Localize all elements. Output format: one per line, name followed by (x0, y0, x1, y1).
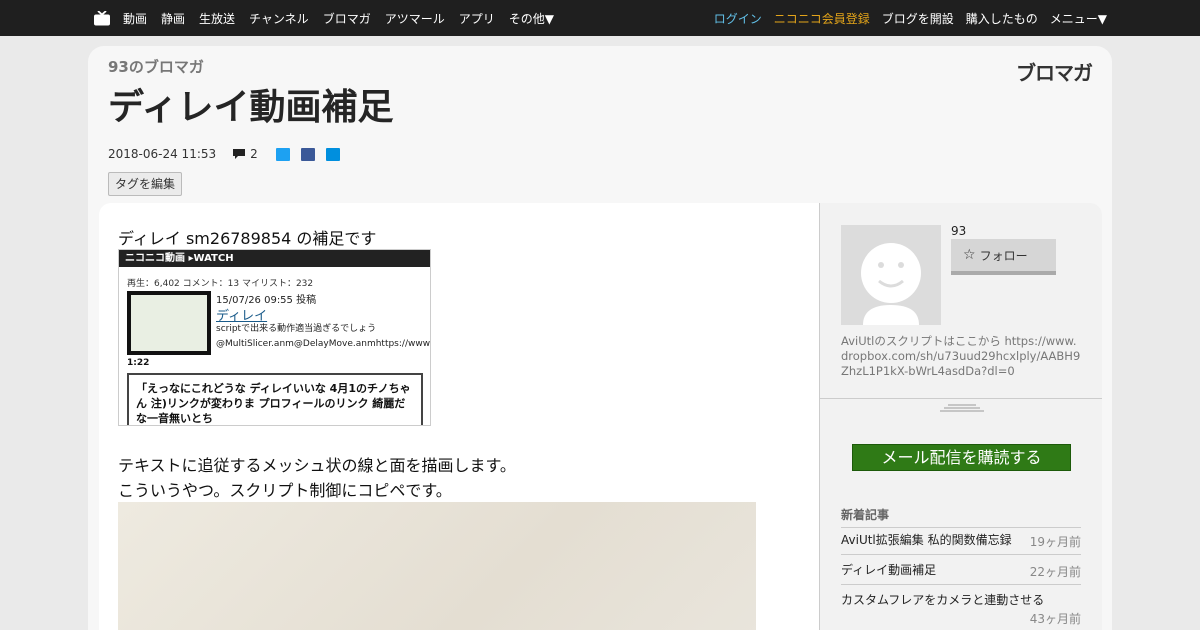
new-article-age: 19ヶ月前 (1029, 535, 1081, 549)
purchased-link[interactable]: 購入したもの (966, 10, 1038, 27)
list-item[interactable]: AviUtl拡張編集 私的関数備忘録 19ヶ月前 (841, 525, 1081, 555)
blog-name[interactable]: 93のブロマガ (108, 56, 204, 77)
nav-atsumaru[interactable]: アツマール (385, 10, 445, 27)
video-description: scriptで出来る動作適当過ぎるでしょう @MultiSlicer.anm@D… (216, 322, 431, 352)
video-post-date: 15/07/26 09:55 投稿 (216, 295, 317, 306)
open-blog-link[interactable]: ブログを開設 (882, 10, 954, 27)
menu-dropdown[interactable]: メニュー▼ (1050, 10, 1107, 27)
sidebar: 93 ☆ フォロー AviUtlのスクリプトはここから https://www.… (819, 203, 1102, 630)
avatar[interactable] (841, 225, 941, 325)
video-comment-preview: 「えっなにこれどうな ディレイいいな 4月1のチノちゃん 注)リンクが変わりま … (127, 373, 423, 425)
video-thumbnail[interactable] (127, 291, 211, 355)
author-bio: AviUtlのスクリプトはここから https://www.dropbox.co… (841, 334, 1081, 378)
collapse-grip-icon[interactable] (940, 403, 984, 413)
paragraph-line-2: こういうやつ。スクリプト制御にコピペです。 (118, 481, 452, 500)
comment-count[interactable]: 2 (232, 147, 258, 161)
follow-button[interactable]: ☆ フォロー (951, 239, 1056, 275)
video-duration: 1:22 (127, 358, 150, 368)
article-title: ディレイ動画補足 (108, 87, 394, 128)
register-link[interactable]: ニコニコ会員登録 (774, 10, 870, 27)
article-image (118, 502, 756, 630)
nav-more[interactable]: その他▼ (509, 10, 554, 27)
share-buttons (275, 147, 351, 161)
comment-icon (233, 149, 246, 159)
new-article-age: 22ヶ月前 (1029, 565, 1081, 579)
nav-seiga[interactable]: 静画 (161, 10, 185, 27)
nav-live[interactable]: 生放送 (199, 10, 235, 27)
article-body: ディレイ sm26789854 の補足です ニコニコ動画 ▸WATCH 再生：6… (99, 203, 819, 630)
author-name[interactable]: 93 (951, 224, 966, 238)
list-item[interactable]: カスタムフレアをカメラと連動させる 43ヶ月前 (841, 585, 1081, 630)
paragraph-line-1: テキストに追従するメッシュ状の線と面を描画します。 (118, 456, 516, 475)
facebook-icon[interactable] (300, 147, 315, 161)
login-link[interactable]: ログイン (714, 10, 762, 27)
video-embed[interactable]: ニコニコ動画 ▸WATCH 再生：6,402 コメント：13 マイリスト：232… (118, 249, 431, 426)
global-nav-right: ログイン ニコニコ会員登録 ブログを開設 購入したもの メニュー▼ (702, 0, 1107, 36)
niconico-tv-icon[interactable] (93, 9, 111, 26)
global-header: 動画 静画 生放送 チャンネル ブロマガ アツマール アプリ その他▼ ログイン… (0, 0, 1200, 36)
article-meta: 2018-06-24 11:53 2 (108, 147, 351, 161)
comment-count-value: 2 (250, 147, 258, 161)
nav-blomaga[interactable]: ブロマガ (323, 10, 371, 27)
video-description-line-2: @MultiSlicer.anm@DelayMove.anmhttps://ww… (216, 339, 431, 349)
twitter-icon[interactable] (275, 147, 290, 161)
embed-stats: 再生：6,402 コメント：13 マイリスト：232 (127, 279, 314, 289)
article-paragraph: テキストに追従するメッシュ状の線と面を描画します。 こういうやつ。スクリプト制御… (118, 453, 516, 503)
article-date: 2018-06-24 11:53 (108, 147, 217, 161)
edit-tags-button[interactable]: タグを編集 (108, 172, 183, 196)
new-article-age: 43ヶ月前 (1029, 612, 1081, 626)
follow-label: フォロー (979, 248, 1028, 263)
subscribe-button[interactable]: メール配信を購読する (852, 444, 1071, 471)
article-intro: ディレイ sm26789854 の補足です (118, 229, 377, 248)
star-icon: ☆ (963, 247, 976, 263)
nav-video[interactable]: 動画 (123, 10, 147, 27)
sidebar-divider (820, 398, 1102, 399)
blomaga-logo[interactable]: ブロマガ (1016, 57, 1093, 86)
video-description-line-1: scriptで出来る動作適当過ぎるでしょう (216, 324, 377, 334)
new-articles-list: AviUtl拡張編集 私的関数備忘録 19ヶ月前 ディレイ動画補足 22ヶ月前 … (841, 525, 1081, 630)
list-item[interactable]: ディレイ動画補足 22ヶ月前 (841, 555, 1081, 585)
new-article-title[interactable]: カスタムフレアをカメラと連動させる (841, 585, 1081, 608)
blog-card: 93のブロマガ ブロマガ ディレイ動画補足 2018-06-24 11:53 2… (88, 46, 1112, 630)
embed-header: ニコニコ動画 ▸WATCH (119, 250, 430, 267)
hatena-bookmark-icon[interactable] (325, 147, 340, 161)
nav-apps[interactable]: アプリ (459, 10, 495, 27)
nav-channel[interactable]: チャンネル (249, 10, 309, 27)
global-nav-left: 動画 静画 生放送 チャンネル ブロマガ アツマール アプリ その他▼ (93, 0, 568, 36)
